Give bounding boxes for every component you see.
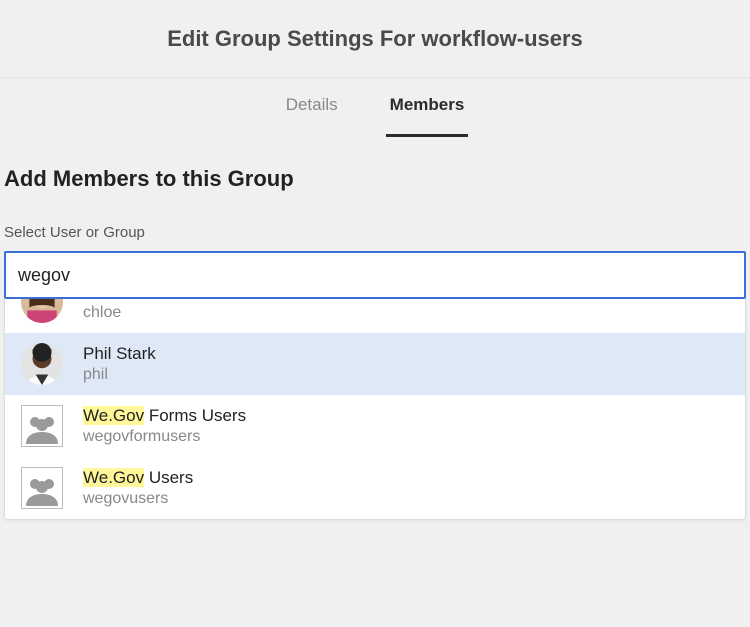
- autocomplete-option[interactable]: We.Gov Forms Users wegovformusers: [5, 395, 745, 457]
- option-text: Chloe Johnson chloe: [83, 299, 196, 322]
- option-text: We.Gov Users wegovusers: [83, 468, 193, 508]
- option-id: wegovformusers: [83, 428, 246, 446]
- option-display-name: Phil Stark: [83, 344, 156, 364]
- option-id: chloe: [83, 304, 196, 322]
- tab-bar: Details Members: [0, 78, 750, 148]
- tab-members[interactable]: Members: [388, 89, 467, 137]
- option-text: We.Gov Forms Users wegovformusers: [83, 406, 246, 446]
- avatar: [21, 299, 63, 323]
- tab-details[interactable]: Details: [284, 89, 340, 137]
- dialog-header: Edit Group Settings For workflow-users: [0, 0, 750, 78]
- group-icon: [21, 405, 63, 447]
- autocomplete-dropdown: Chloe Johnson chloe Phil Stark phil We.Gov F…: [4, 299, 746, 520]
- autocomplete-option[interactable]: Phil Stark phil: [5, 333, 745, 395]
- option-text: Phil Stark phil: [83, 344, 156, 384]
- option-display-name: We.Gov Forms Users: [83, 406, 246, 426]
- search-input[interactable]: [4, 251, 746, 299]
- option-id: phil: [83, 366, 156, 384]
- user-group-autocomplete: Chloe JohnsonchloePhil StarkphilWe.Gov F…: [4, 251, 746, 299]
- autocomplete-option[interactable]: Chloe Johnson chloe: [5, 299, 745, 333]
- option-id: wegovusers: [83, 490, 193, 508]
- group-icon: [21, 467, 63, 509]
- section-heading: Add Members to this Group: [4, 166, 746, 192]
- option-display-name: Chloe Johnson: [83, 299, 196, 302]
- option-display-name: We.Gov Users: [83, 468, 193, 488]
- search-label: Select User or Group: [4, 224, 746, 241]
- autocomplete-option[interactable]: We.Gov Users wegovusers: [5, 457, 745, 519]
- page-title: Edit Group Settings For workflow-users: [167, 26, 583, 52]
- avatar: [21, 343, 63, 385]
- members-panel: Add Members to this Group Select User or…: [0, 148, 750, 299]
